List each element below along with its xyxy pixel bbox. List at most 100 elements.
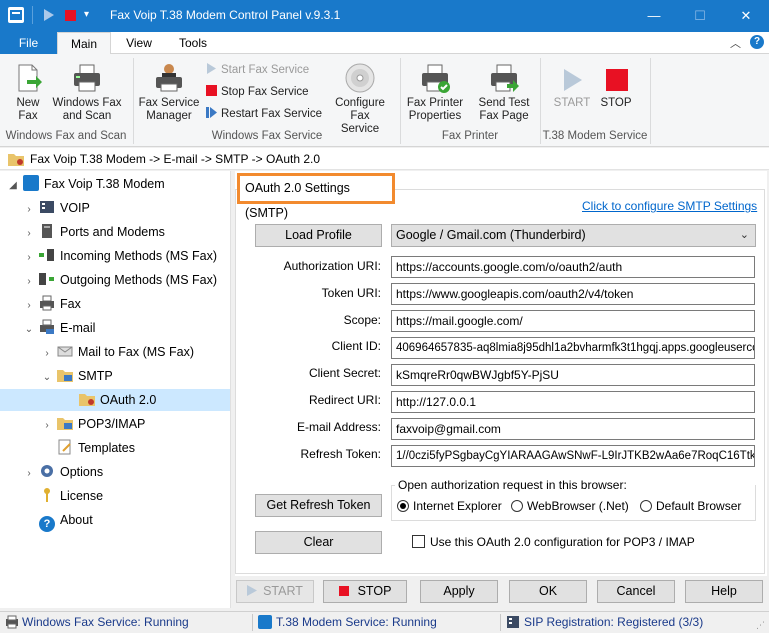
stop-fax-service-button[interactable]: Stop Fax Service xyxy=(206,83,309,101)
smtp-folder-icon xyxy=(57,367,73,383)
outgoing-icon xyxy=(39,271,55,287)
restart-fax-service-button[interactable]: Restart Fax Service xyxy=(206,105,322,123)
breadcrumb-bar: Fax Voip T.38 Modem -> E-mail -> SMTP ->… xyxy=(0,148,769,170)
tab-file[interactable]: File xyxy=(0,32,57,54)
clear-button[interactable]: Clear xyxy=(255,531,382,554)
modem-icon xyxy=(39,223,55,239)
qat-stop-icon[interactable] xyxy=(65,10,76,21)
tree-node-oauth[interactable]: OAuth 2.0 xyxy=(0,389,230,411)
bottom-stop-button[interactable]: STOP xyxy=(323,580,407,603)
configure-smtp-link[interactable]: Click to configure SMTP Settings xyxy=(582,199,757,213)
resize-grip-icon[interactable]: ⋰ xyxy=(756,620,765,631)
navigation-tree: ◢ Fax Voip T.38 Modem › VOIP › Ports and Mo… xyxy=(0,171,231,608)
client-id-field[interactable]: 406964657835-aq8lmia8j95dhl1a2bvharmfk3t… xyxy=(391,337,755,359)
tree-node-smtp[interactable]: ⌄ SMTP xyxy=(40,365,113,387)
email-field[interactable]: faxvoip@gmail.com xyxy=(391,418,755,440)
collapse-ribbon-icon[interactable]: ︿ xyxy=(730,35,741,51)
info-icon: ? xyxy=(39,516,55,532)
scope-field[interactable]: https://mail.google.com/ xyxy=(391,310,755,332)
new-fax-icon xyxy=(12,62,44,94)
radio-internet-explorer[interactable]: Internet Explorer xyxy=(397,499,502,513)
group-label-service: Windows Fax Service xyxy=(211,130,323,142)
tree-node-pop3[interactable]: › POP3/IMAP xyxy=(40,413,145,435)
tree-node-root[interactable]: ◢ Fax Voip T.38 Modem xyxy=(6,173,165,195)
fax-modem-icon xyxy=(23,175,39,191)
configure-fax-service-button[interactable]: Configure Fax Service xyxy=(328,62,392,136)
tree-node-options[interactable]: › Options xyxy=(22,461,103,483)
tree-node-license[interactable]: License xyxy=(36,485,103,507)
sip-registration-status: SIP Registration: Registered (3/3) xyxy=(524,615,704,629)
collapsed-icon: › xyxy=(45,348,49,359)
key-icon xyxy=(39,487,55,503)
tab-tools[interactable]: Tools xyxy=(168,32,218,54)
redirect-uri-label: Redirect URI: xyxy=(308,393,381,407)
start-fax-service-button[interactable]: Start Fax Service xyxy=(206,61,309,79)
client-secret-field[interactable]: kSmqreRr0qwBWJgbf5Y-PjSU xyxy=(391,364,755,386)
browser-group-label: Open authorization request in this brows… xyxy=(395,478,630,492)
group-label-printer: Fax Printer xyxy=(441,130,499,142)
modem-stop-button[interactable]: STOP xyxy=(596,66,636,110)
help-button[interactable]: Help xyxy=(685,580,763,603)
token-uri-field[interactable]: https://www.googleapis.com/oauth2/v4/tok… xyxy=(391,283,755,305)
radio-default-browser[interactable]: Default Browser xyxy=(640,499,741,513)
collapsed-icon: › xyxy=(27,300,31,311)
maximize-button[interactable]: ☐ xyxy=(677,0,723,32)
chevron-down-icon: ⌄ xyxy=(739,229,749,241)
auth-uri-field[interactable]: https://accounts.google.com/o/oauth2/aut… xyxy=(391,256,755,278)
start-icon xyxy=(556,66,588,94)
fax-printer-properties-button[interactable]: Fax Printer Properties xyxy=(404,62,466,123)
tree-node-templates[interactable]: Templates xyxy=(54,437,135,459)
radio-icon xyxy=(640,500,652,512)
cancel-button[interactable]: Cancel xyxy=(597,580,675,603)
ribbon-tab-bar: File Main View Tools ︿ ? xyxy=(0,32,769,55)
tree-node-incoming[interactable]: › Incoming Methods (MS Fax) xyxy=(22,245,217,267)
tree-node-voip[interactable]: › VOIP xyxy=(22,197,90,219)
load-profile-button[interactable]: Load Profile xyxy=(255,224,382,247)
profile-select[interactable]: Google / Gmail.com (Thunderbird) ⌄ xyxy=(391,224,756,247)
close-button[interactable]: ✕ xyxy=(723,0,769,32)
folder-key-icon xyxy=(8,151,24,169)
tab-view[interactable]: View xyxy=(116,32,162,54)
new-fax-button[interactable]: New Fax xyxy=(6,62,50,123)
printer-icon xyxy=(71,62,103,94)
apply-button[interactable]: Apply xyxy=(420,580,498,603)
tree-node-mail-to-fax[interactable]: › Mail to Fax (MS Fax) xyxy=(40,341,194,363)
help-icon[interactable]: ? xyxy=(750,35,764,49)
template-icon xyxy=(57,439,73,455)
expanded-icon: ◢ xyxy=(9,180,17,191)
tab-main[interactable]: Main xyxy=(57,32,111,55)
status-divider xyxy=(500,614,501,631)
fax-service-manager-button[interactable]: Fax Service Manager xyxy=(138,62,200,123)
bottom-start-button[interactable]: START xyxy=(236,580,314,603)
qat-start-icon[interactable] xyxy=(43,8,55,25)
settings-panel: OAuth 2.0 Settings (SMTP) Click to confi… xyxy=(235,171,767,576)
tree-node-about[interactable]: ? About xyxy=(36,509,93,532)
breadcrumb: Fax Voip T.38 Modem -> E-mail -> SMTP ->… xyxy=(30,152,321,166)
group-label-modem: T.38 Modem Service xyxy=(542,130,648,142)
radio-webbrowser-net[interactable]: WebBrowser (.Net) xyxy=(511,499,629,513)
email-printer-icon xyxy=(39,319,55,335)
play-icon xyxy=(206,62,217,74)
stop-icon xyxy=(600,66,632,94)
windows-fax-scan-button[interactable]: Windows Fax and Scan xyxy=(50,62,124,123)
tree-node-ports[interactable]: › Ports and Modems xyxy=(22,221,165,243)
modem-start-button[interactable]: START xyxy=(552,66,592,110)
redirect-uri-field[interactable]: http://127.0.0.1 xyxy=(391,391,755,413)
qat-customize-icon[interactable]: ▾ xyxy=(84,9,89,20)
send-test-fax-button[interactable]: Send Test Fax Page xyxy=(472,62,536,123)
tree-node-outgoing[interactable]: › Outgoing Methods (MS Fax) xyxy=(22,269,217,291)
refresh-token-field[interactable]: 1//0czi5fyPSgbayCgYIARAAGAwSNwF-L9IrJTKB… xyxy=(391,445,755,467)
fax-icon xyxy=(39,295,55,311)
minimize-button[interactable]: — xyxy=(631,0,677,32)
play-icon xyxy=(247,582,258,603)
incoming-icon xyxy=(39,247,55,263)
ok-button[interactable]: OK xyxy=(509,580,587,603)
section-title: OAuth 2.0 Settings (SMTP) xyxy=(237,173,395,220)
ribbon: New Fax Windows Fax and Scan Windows Fax… xyxy=(0,54,769,147)
stop-icon xyxy=(206,85,217,96)
tree-node-email[interactable]: ⌄ E-mail xyxy=(22,317,95,339)
tree-node-fax[interactable]: › Fax xyxy=(22,293,81,315)
get-refresh-token-button[interactable]: Get Refresh Token xyxy=(255,494,382,517)
fax-service-status: Windows Fax Service: Running xyxy=(22,615,189,629)
pop3-imap-checkbox[interactable]: Use this OAuth 2.0 configuration for POP… xyxy=(412,535,695,549)
